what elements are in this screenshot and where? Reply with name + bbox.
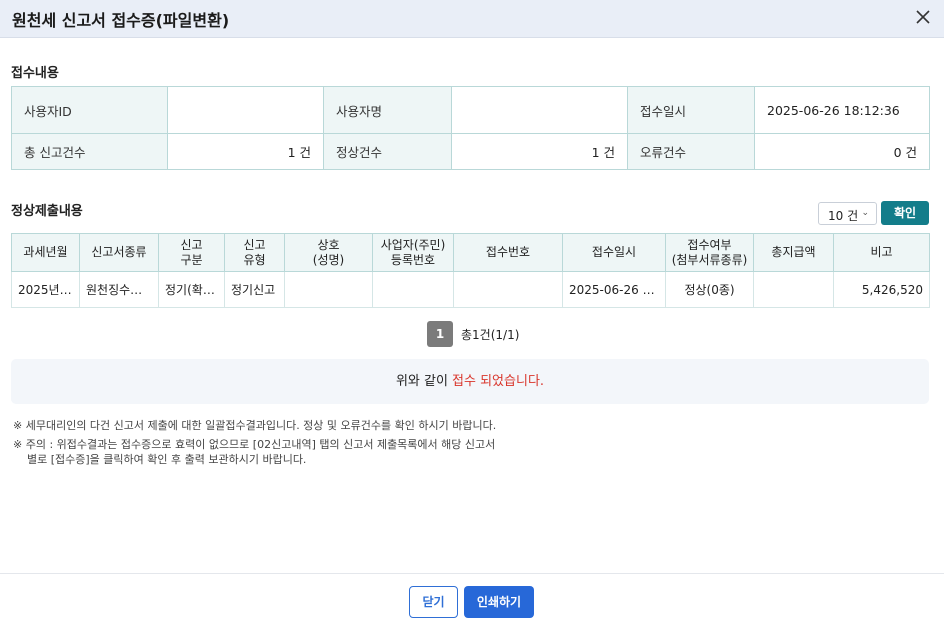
cell-tax-month: 2025년… xyxy=(11,271,80,308)
user-id-label: 사용자ID xyxy=(11,86,168,134)
print-button[interactable]: 인쇄하기 xyxy=(464,586,534,618)
submission-section-title: 정상제출내용 xyxy=(11,204,83,219)
user-name-value xyxy=(451,86,628,134)
total-count-label: 총 신고건수 xyxy=(11,133,168,170)
total-count-value: 1 건 xyxy=(167,133,324,170)
close-icon[interactable] xyxy=(912,6,934,28)
note-line-2: ※ 주의 : 위접수결과는 접수증으로 효력이 없으므로 [02신고내역] 탭의… xyxy=(13,438,496,451)
notes: ※ 세무대리인의 다건 신고서 제출에 대한 일괄접수결과입니다. 정상 및 오… xyxy=(13,418,496,467)
header-receipt-number: 접수번호 xyxy=(453,233,563,272)
result-notice: 위와 같이 접수 되었습니다. xyxy=(11,359,929,404)
header-tax-month: 과세년월 xyxy=(11,233,80,272)
cell-received-at: 2025-06-26 1… xyxy=(562,271,666,308)
cell-remarks: 5,426,520 xyxy=(833,271,930,308)
cell-receipt-number xyxy=(453,271,563,308)
notice-highlight: 접수 되었습니다. xyxy=(452,374,545,389)
normal-count-label: 정상건수 xyxy=(323,133,452,170)
receipt-info-table: 사용자ID 사용자명 접수일시 2025-06-26 18:12:36 총 신고… xyxy=(11,86,930,170)
header-registration-number: 사업자(주민) 등록번호 xyxy=(372,233,454,272)
cell-total-payment xyxy=(753,271,834,308)
header-report-category: 신고 구분 xyxy=(158,233,225,272)
cell-report-kind: 정기신고 xyxy=(224,271,285,308)
error-count-label: 오류건수 xyxy=(627,133,755,170)
notice-text: 위와 같이 xyxy=(395,374,453,389)
received-at-label: 접수일시 xyxy=(627,86,755,134)
dialog-title: 원천세 신고서 접수증(파일변환) xyxy=(12,11,230,30)
page-summary: 총1건(1/1) xyxy=(461,328,520,342)
table-row[interactable]: 2025년… 원천징수이… 정기(확정) 정기신고 2025-06-26 1… … xyxy=(11,271,930,308)
header-received-at: 접수일시 xyxy=(562,233,666,272)
note-line-1: ※ 세무대리인의 다건 신고서 제출에 대한 일괄접수결과입니다. 정상 및 오… xyxy=(13,419,497,432)
confirm-button[interactable]: 확인 xyxy=(881,201,929,225)
submission-table: 과세년월 신고서종류 신고 구분 신고 유형 상호 (성명) 사업자(주민) 등록번호 … xyxy=(11,233,930,308)
cell-report-category: 정기(확정) xyxy=(158,271,225,308)
close-button[interactable]: 닫기 xyxy=(409,586,458,618)
chevron-down-icon: ⌄ xyxy=(861,208,869,218)
receipt-section-title: 접수내용 xyxy=(11,66,59,81)
cell-report-type: 원천징수이… xyxy=(79,271,159,308)
user-name-label: 사용자명 xyxy=(323,86,452,134)
header-total-payment: 총지급액 xyxy=(753,233,834,272)
cell-registration-number xyxy=(372,271,454,308)
dialog-title-bar: 원천세 신고서 접수증(파일변환) xyxy=(0,0,944,38)
error-count-value: 0 건 xyxy=(754,133,930,170)
received-at-value: 2025-06-26 18:12:36 xyxy=(754,86,930,134)
page-size-select[interactable]: 10 건 ⌄ xyxy=(818,202,877,225)
header-company-name: 상호 (성명) xyxy=(284,233,373,272)
cell-company-name xyxy=(284,271,373,308)
header-receipt-status: 접수여부 (첨부서류종류) xyxy=(665,233,754,272)
cell-receipt-status: 정상(0종) xyxy=(665,271,754,308)
footer-divider xyxy=(0,573,944,574)
header-report-kind: 신고 유형 xyxy=(224,233,285,272)
header-remarks: 비고 xyxy=(833,233,930,272)
header-report-type: 신고서종류 xyxy=(79,233,159,272)
normal-count-value: 1 건 xyxy=(451,133,628,170)
page-size-value: 10 건 xyxy=(828,209,859,223)
table-header-row: 과세년월 신고서종류 신고 구분 신고 유형 상호 (성명) 사업자(주민) 등록번호 … xyxy=(11,233,930,272)
page-button-current[interactable]: 1 xyxy=(427,321,453,347)
note-line-2-continued: 별로 [접수증]을 클릭하여 확인 후 출력 보관하시기 바랍니다. xyxy=(27,453,307,466)
user-id-value xyxy=(167,86,324,134)
